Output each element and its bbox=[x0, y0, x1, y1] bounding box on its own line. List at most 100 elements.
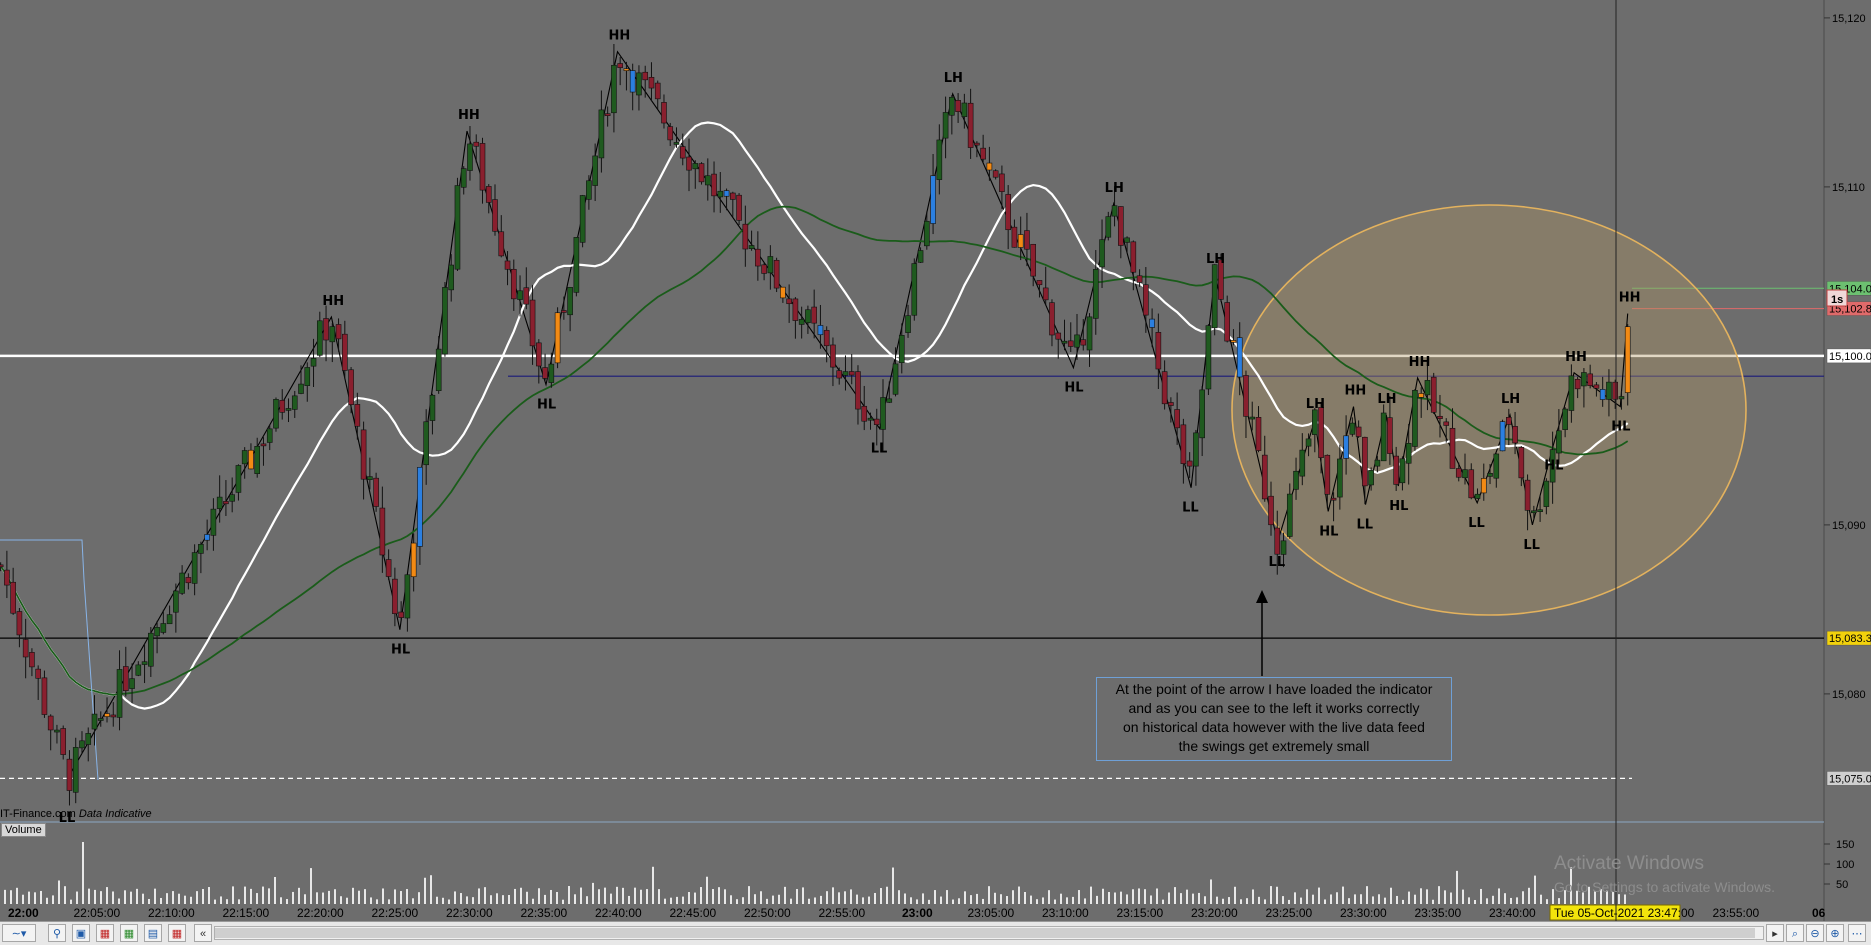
volume-bar bbox=[1186, 889, 1188, 904]
candle-body bbox=[1574, 378, 1581, 390]
candle-body bbox=[273, 399, 279, 429]
volume-bar bbox=[292, 891, 294, 904]
volume-pane-label[interactable]: Volume bbox=[1, 823, 46, 837]
layout-icon[interactable]: ▦ bbox=[96, 924, 114, 942]
volume-bar bbox=[802, 887, 804, 904]
candle-body bbox=[316, 320, 323, 356]
zoom-fit-icon[interactable]: ⌕ bbox=[1786, 924, 1804, 942]
volume-bar bbox=[358, 890, 360, 904]
time-tick-label: 22:15:00 bbox=[223, 906, 270, 920]
volume-bar bbox=[640, 889, 642, 904]
volume-bar bbox=[22, 894, 24, 904]
candle-body bbox=[1568, 375, 1575, 411]
candle-body bbox=[654, 82, 661, 100]
candle-body bbox=[723, 190, 730, 197]
zoom-out-icon[interactable]: ⊖ bbox=[1806, 924, 1824, 942]
volume-bar bbox=[1102, 888, 1104, 904]
candle-body bbox=[805, 309, 811, 324]
volume-bar bbox=[136, 888, 138, 904]
volume-bar bbox=[532, 898, 534, 904]
candle-body bbox=[748, 245, 755, 249]
price-tags: 15,104.015,102.815,100.015,083.315,075.0 bbox=[1826, 281, 1871, 786]
volume-bar bbox=[694, 892, 696, 904]
sheets-icon[interactable]: ▦ bbox=[120, 924, 138, 942]
tools-icon[interactable]: ▦ bbox=[168, 924, 186, 942]
candle-body bbox=[129, 678, 135, 689]
candle-body bbox=[892, 363, 899, 395]
scroll-start-icon[interactable]: « bbox=[194, 924, 212, 942]
candle-body bbox=[1380, 412, 1387, 462]
volume-bar bbox=[814, 897, 816, 904]
volume-bar bbox=[1276, 886, 1278, 904]
volume-bar bbox=[328, 890, 330, 904]
volume-bar bbox=[1096, 895, 1098, 904]
volume-bar bbox=[766, 898, 768, 904]
candle-body bbox=[930, 175, 936, 224]
candle-body bbox=[780, 286, 786, 299]
timeframe-badge[interactable]: 1s bbox=[1826, 289, 1848, 307]
volume-bar bbox=[376, 899, 378, 904]
time-tick-label: 22:20:00 bbox=[297, 906, 344, 920]
volume-bar bbox=[862, 897, 864, 904]
candle-body bbox=[173, 590, 179, 613]
zoom-in-icon[interactable]: ⊕ bbox=[1826, 924, 1844, 942]
volume-bar bbox=[274, 876, 276, 904]
volume-bar bbox=[82, 842, 84, 904]
chart-icon[interactable]: ▤ bbox=[144, 924, 162, 942]
volume-bar bbox=[1006, 896, 1008, 904]
candle-body bbox=[323, 318, 329, 341]
volume-bar bbox=[1474, 899, 1476, 904]
candle-body bbox=[1017, 234, 1024, 248]
candle-body bbox=[398, 611, 404, 618]
volume-bar bbox=[94, 889, 96, 904]
time-tick-label: 22:40:00 bbox=[595, 906, 642, 920]
volume-bar bbox=[916, 899, 918, 904]
volume-bar bbox=[724, 889, 726, 904]
more-icon[interactable]: ⋯ bbox=[1848, 924, 1866, 942]
volume-bar bbox=[202, 888, 204, 904]
candle-body bbox=[385, 559, 392, 577]
volume-bar bbox=[454, 891, 456, 904]
volume-bar bbox=[400, 891, 402, 904]
volume-bar bbox=[1336, 892, 1338, 904]
scroll-right-icon[interactable]: ▸ bbox=[1766, 924, 1784, 942]
volume-bar bbox=[1522, 891, 1524, 904]
volume-bar bbox=[76, 891, 78, 904]
volume-bar bbox=[1000, 894, 1002, 904]
scrollbar-thumb[interactable] bbox=[215, 928, 1755, 938]
volume-bar bbox=[1222, 898, 1224, 904]
window-icon[interactable]: ▣ bbox=[72, 924, 90, 942]
candle-body bbox=[1030, 243, 1036, 277]
timeframe-badge-text: 1s bbox=[1831, 294, 1843, 306]
volume-bar bbox=[1156, 888, 1158, 904]
volume-bar bbox=[1414, 894, 1416, 904]
volume-bar bbox=[544, 894, 546, 904]
candle-body bbox=[141, 661, 148, 665]
chart-type-icon[interactable]: ∼▾ bbox=[2, 924, 36, 942]
volume-bar bbox=[1234, 886, 1236, 904]
share-icon[interactable]: ⚲ bbox=[48, 924, 66, 942]
data-source-caption: IT-Finance.com Data Indicative bbox=[0, 808, 152, 820]
price-chart[interactable]: LL HH HL HH HL HH LL LH HL LH LL LH LL LH HL HH LL LH HL HH… bbox=[0, 0, 1871, 921]
candle-body bbox=[873, 418, 880, 426]
candle-body bbox=[554, 312, 561, 364]
volume-bar bbox=[268, 888, 270, 904]
time-tick-label: 06 bbox=[1812, 906, 1826, 920]
candle-body bbox=[367, 476, 373, 480]
volume-bar bbox=[832, 887, 834, 904]
candle-body bbox=[755, 248, 761, 267]
candle-body bbox=[373, 477, 379, 507]
swing-label: HL bbox=[1611, 420, 1630, 435]
time-tick-label: 22:00 bbox=[8, 906, 39, 920]
horizontal-scrollbar[interactable] bbox=[214, 926, 1764, 940]
candle-body bbox=[60, 728, 67, 755]
candle-body bbox=[54, 729, 60, 733]
volume-bar bbox=[1048, 890, 1050, 904]
candle-body bbox=[1593, 384, 1600, 389]
volume-bar bbox=[958, 898, 960, 904]
candle-body bbox=[1243, 375, 1249, 417]
volume-bar bbox=[652, 866, 654, 904]
volume-bar bbox=[238, 899, 240, 904]
volume-bar bbox=[622, 887, 624, 904]
candle-body bbox=[1393, 455, 1399, 485]
